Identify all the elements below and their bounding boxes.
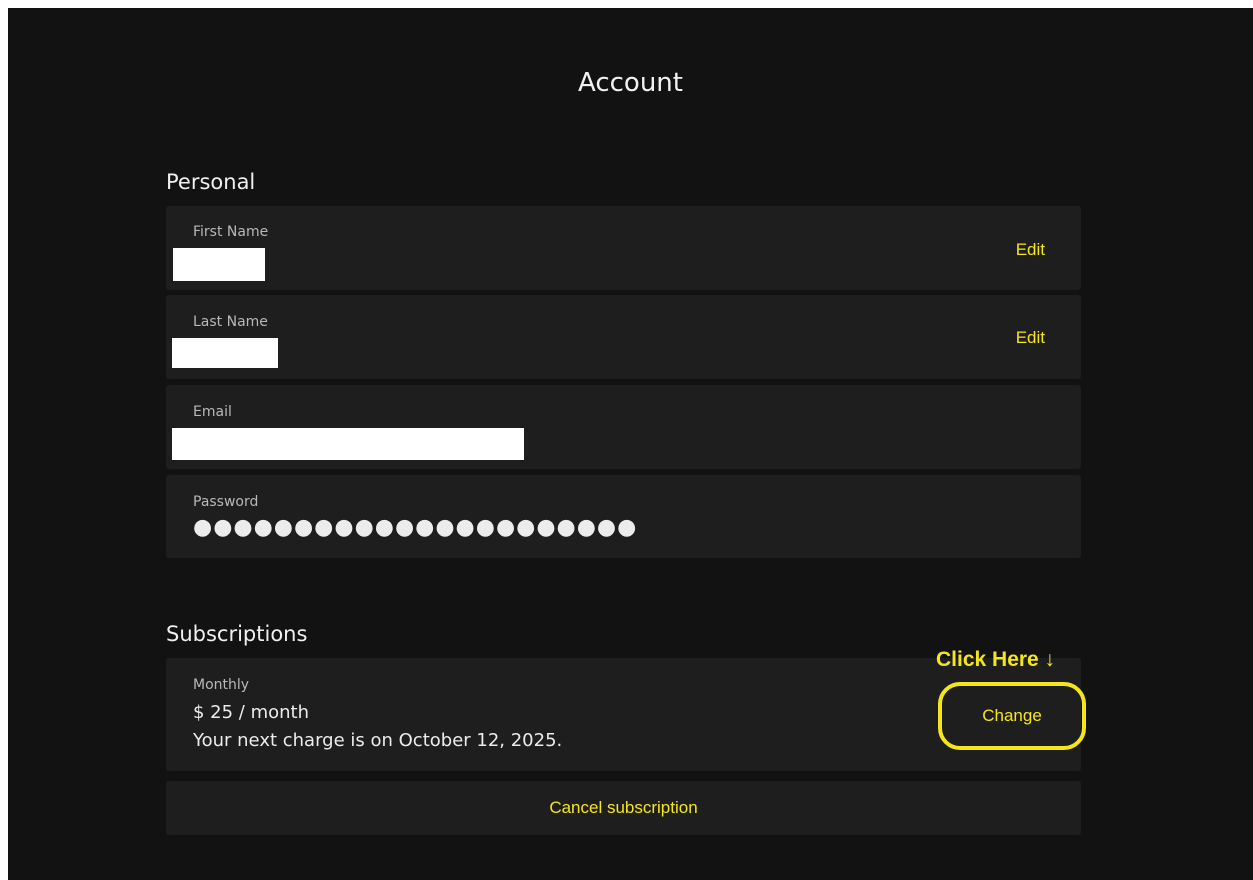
personal-heading: Personal [166,170,256,194]
plan-price: $ 25 / month [193,702,310,723]
account-screen: Account Personal First Name Edit Last Na… [8,8,1253,880]
password-row: Password ●●●●●●●●●●●●●●●●●●●●●● [166,475,1081,558]
cropped-heading-strip [0,0,1253,8]
password-label: Password [193,494,259,510]
last-name-label: Last Name [193,314,268,330]
cancel-subscription-row: Cancel subscription [166,781,1081,835]
edit-last-name-button[interactable]: Edit [1016,328,1045,348]
email-label: Email [193,404,232,420]
cancel-subscription-button[interactable]: Cancel subscription [549,798,697,818]
subscriptions-heading: Subscriptions [166,622,308,646]
last-name-row: Last Name Edit [166,295,1081,379]
first-name-value-redacted [173,248,265,281]
first-name-label: First Name [193,224,269,240]
click-here-annotation: Click Here ↓ [936,648,1056,671]
last-name-value-redacted [172,338,278,368]
next-charge-text: Your next charge is on October 12, 2025. [193,730,563,751]
first-name-row: First Name Edit [166,206,1081,290]
page-title: Account [578,68,683,98]
password-masked-value: ●●●●●●●●●●●●●●●●●●●●●● [193,515,638,540]
edit-first-name-button[interactable]: Edit [1016,240,1045,260]
change-subscription-button[interactable]: Change [938,682,1086,750]
email-value-redacted [172,428,524,460]
email-row: Email [166,385,1081,469]
plan-name: Monthly [193,677,250,693]
